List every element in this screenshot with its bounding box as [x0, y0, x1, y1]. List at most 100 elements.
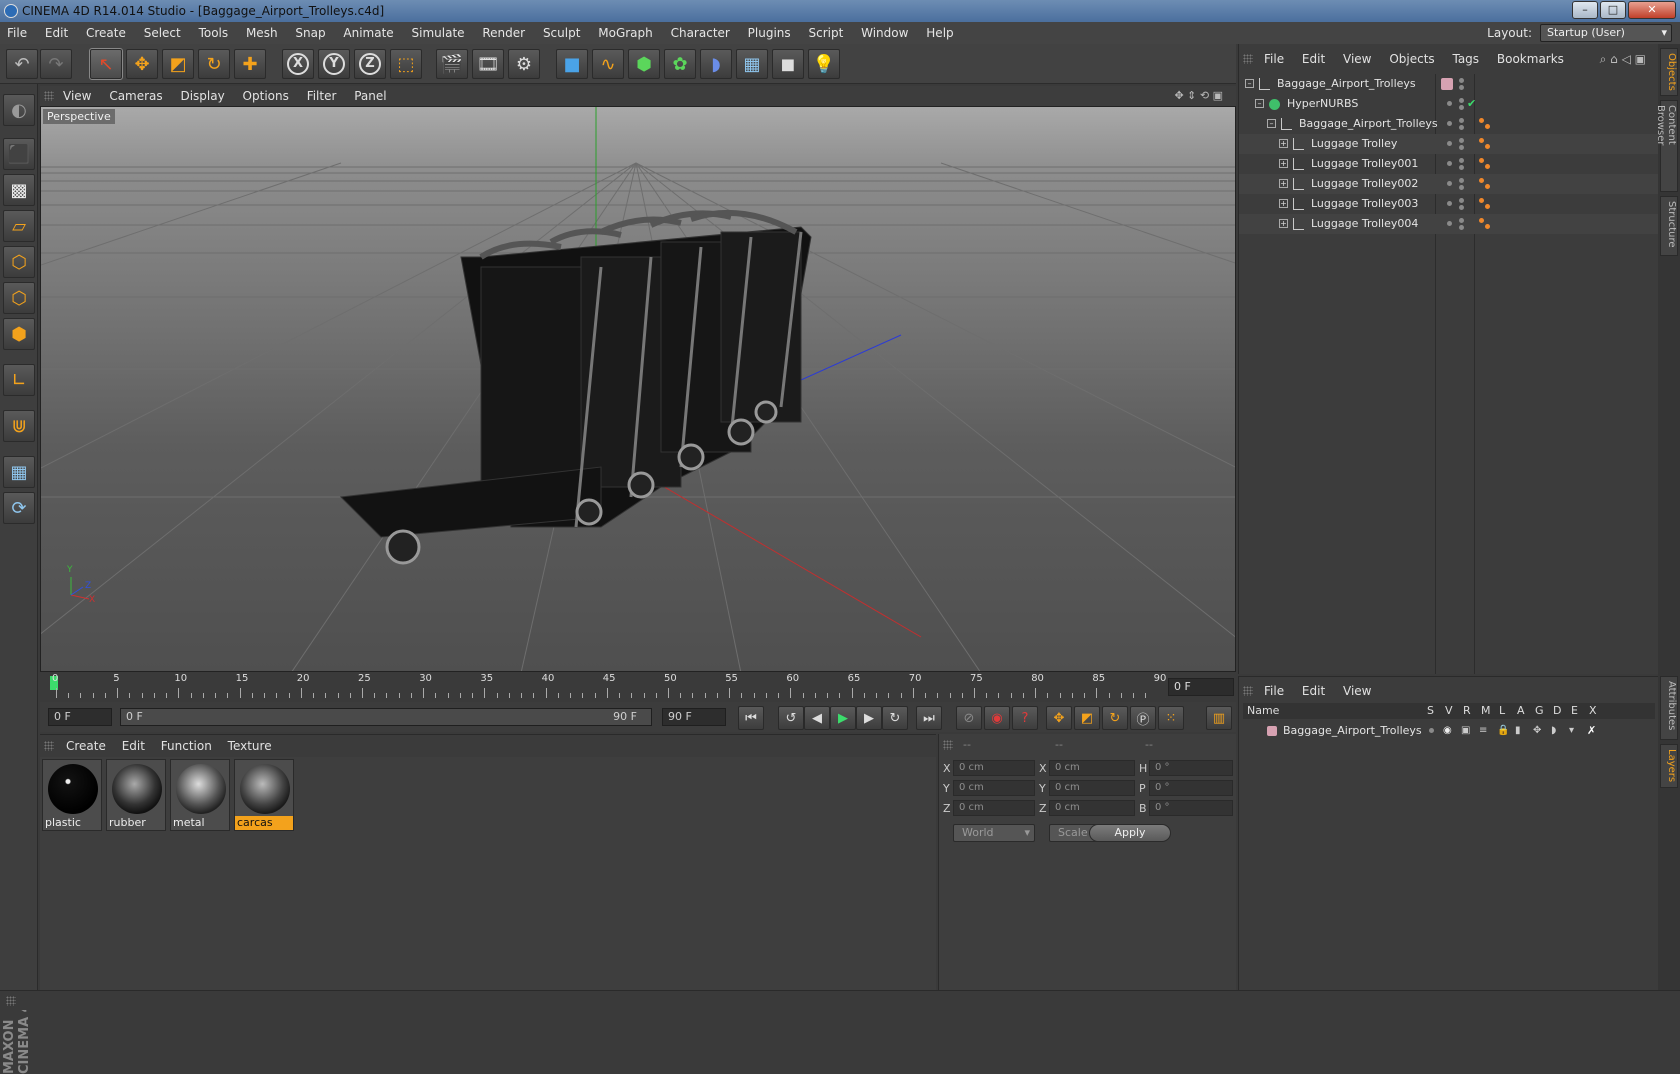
menu-sculpt[interactable]: Sculpt [536, 22, 587, 44]
autokey-icon[interactable]: ◉ [984, 706, 1010, 730]
model-mode-icon[interactable]: ⬛ [3, 138, 35, 170]
magnet-icon[interactable]: ⋓ [3, 410, 35, 442]
editor-visibility-dot[interactable] [1459, 78, 1464, 83]
material-rubber[interactable]: rubber [106, 759, 166, 831]
nurbs-icon[interactable]: ⬢ [628, 49, 660, 79]
editor-visibility-dot[interactable] [1459, 218, 1464, 223]
material-tag-icon[interactable] [1485, 184, 1490, 189]
material-tag-icon[interactable] [1479, 158, 1484, 163]
manager-toggle-icon[interactable]: ≡ [1479, 721, 1487, 741]
go-to-start-icon[interactable]: ⏮ [738, 706, 764, 730]
record-keys-icon[interactable]: ⊘ [956, 706, 982, 730]
editor-visibility-dot[interactable] [1459, 178, 1464, 183]
tab-objects[interactable]: Objects [1660, 48, 1678, 96]
material-tag-icon[interactable] [1479, 138, 1484, 143]
make-editable-icon[interactable]: ◐ [3, 94, 35, 126]
viewport-menu-filter[interactable]: Filter [300, 86, 344, 106]
render-toggle-icon[interactable]: ▣ [1461, 721, 1470, 741]
z-axis-icon[interactable]: Z [354, 49, 386, 79]
render-visibility-dot[interactable] [1459, 85, 1464, 90]
viewport-menu-view[interactable]: View [56, 86, 98, 106]
material-tag-icon[interactable] [1479, 198, 1484, 203]
objects-menu-objects[interactable]: Objects [1382, 48, 1441, 70]
expand-icon[interactable]: + [1279, 219, 1288, 228]
object-row[interactable]: + Luggage Trolley [1239, 134, 1659, 154]
workplane-mode-icon[interactable]: ▱ [3, 210, 35, 242]
menu-simulate[interactable]: Simulate [405, 22, 472, 44]
menu-snap[interactable]: Snap [288, 22, 332, 44]
objects-menu-bookmarks[interactable]: Bookmarks [1490, 48, 1571, 70]
render-settings-icon[interactable]: ⚙ [508, 49, 540, 79]
timeline-ruler[interactable]: 0 5 10 15 20 25 30 35 40 45 50 55 60 65 70 75 80 85 90 [40, 672, 1236, 700]
undo-icon[interactable]: ↶ [6, 49, 38, 79]
edges-mode-icon[interactable]: ⬡ [3, 282, 35, 314]
material-carcas[interactable]: carcas [234, 759, 294, 831]
light-icon[interactable]: 💡 [808, 49, 840, 79]
visible-eye-icon[interactable]: ◉ [1443, 721, 1452, 741]
frame-range-slider[interactable]: 0 F 90 F [120, 708, 652, 726]
size-x-field[interactable]: 0 cm [1049, 760, 1135, 776]
maximize-button[interactable]: □ [1600, 1, 1626, 19]
rotation-b-field[interactable]: 0 ° [1149, 800, 1233, 816]
live-selection-icon[interactable]: ↖ [89, 48, 123, 80]
object-row[interactable]: + Luggage Trolley001 [1239, 154, 1659, 174]
viewport-menu-display[interactable]: Display [173, 86, 231, 106]
object-manager-tool-icons[interactable]: ⌕ ⌂ ◁ ▣ [1593, 48, 1653, 70]
deformer-icon[interactable]: ◗ [700, 49, 732, 79]
editor-visibility-dot[interactable] [1459, 98, 1464, 103]
camera-icon[interactable]: ◼ [772, 49, 804, 79]
menu-file[interactable]: File [0, 22, 34, 44]
xref-toggle-icon[interactable]: ✗ [1587, 721, 1596, 741]
editor-visibility-dot[interactable] [1459, 198, 1464, 203]
layers-menu-view[interactable]: View [1336, 681, 1378, 701]
material-tag-icon[interactable] [1479, 178, 1484, 183]
menu-script[interactable]: Script [801, 22, 850, 44]
object-row[interactable]: + Luggage Trolley003 [1239, 194, 1659, 214]
material-tag-icon[interactable] [1479, 218, 1484, 223]
spline-icon[interactable]: ∿ [592, 49, 624, 79]
rotate-icon[interactable]: ↻ [198, 49, 230, 79]
rotation-h-field[interactable]: 0 ° [1149, 760, 1233, 776]
editor-visibility-dot[interactable] [1447, 221, 1452, 226]
y-axis-icon[interactable]: Y [318, 49, 350, 79]
viewport-menu-cameras[interactable]: Cameras [102, 86, 169, 106]
material-menu-create[interactable]: Create [60, 735, 112, 757]
minimize-button[interactable]: – [1572, 1, 1598, 19]
object-row[interactable]: + Luggage Trolley002 [1239, 174, 1659, 194]
scale-icon[interactable]: ◩ [162, 49, 194, 79]
animation-toggle-icon[interactable]: ▮ [1515, 721, 1521, 741]
layout-select[interactable]: Startup (User) ▾ [1540, 24, 1672, 42]
menu-mesh[interactable]: Mesh [239, 22, 285, 44]
render-visibility-dot[interactable] [1459, 105, 1464, 110]
floor-icon[interactable]: ▦ [736, 49, 768, 79]
coordinate-system-icon[interactable]: ⬚ [390, 49, 422, 79]
editor-visibility-dot[interactable] [1447, 121, 1452, 126]
collapse-icon[interactable]: – [1245, 79, 1254, 88]
render-visibility-dot[interactable] [1459, 185, 1464, 190]
key-point-level-icon[interactable]: ⁙ [1158, 706, 1184, 730]
position-z-field[interactable]: 0 cm [953, 800, 1035, 816]
material-tag-icon[interactable] [1485, 164, 1490, 169]
objects-menu-edit[interactable]: Edit [1295, 48, 1332, 70]
add-icon[interactable]: ✚ [234, 49, 266, 79]
material-menu-function[interactable]: Function [155, 735, 218, 757]
cube-icon[interactable]: ■ [556, 49, 588, 79]
deformer-toggle-icon[interactable]: ◗ [1551, 721, 1556, 741]
viewport-nav-icons[interactable]: ✥ ⇕ ⟲ ▣ [1167, 86, 1230, 106]
key-position-icon[interactable]: ✥ [1046, 706, 1072, 730]
next-frame-icon[interactable]: ▶ [856, 706, 882, 730]
render-visibility-dot[interactable] [1459, 145, 1464, 150]
texture-mode-icon[interactable]: ▩ [3, 174, 35, 206]
material-menu-texture[interactable]: Texture [222, 735, 278, 757]
menu-plugins[interactable]: Plugins [741, 22, 798, 44]
editor-visibility-dot[interactable] [1447, 201, 1452, 206]
array-icon[interactable]: ✿ [664, 49, 696, 79]
menu-select[interactable]: Select [137, 22, 188, 44]
layers-menu-file[interactable]: File [1257, 681, 1291, 701]
editor-visibility-dot[interactable] [1447, 161, 1452, 166]
end-frame-field[interactable]: 90 F [662, 708, 726, 726]
tab-structure[interactable]: Structure [1660, 196, 1678, 256]
tab-content-browser[interactable]: Content Browser [1655, 100, 1678, 192]
axis-mode-icon[interactable]: ∟ [3, 364, 35, 396]
rotation-p-field[interactable]: 0 ° [1149, 780, 1233, 796]
